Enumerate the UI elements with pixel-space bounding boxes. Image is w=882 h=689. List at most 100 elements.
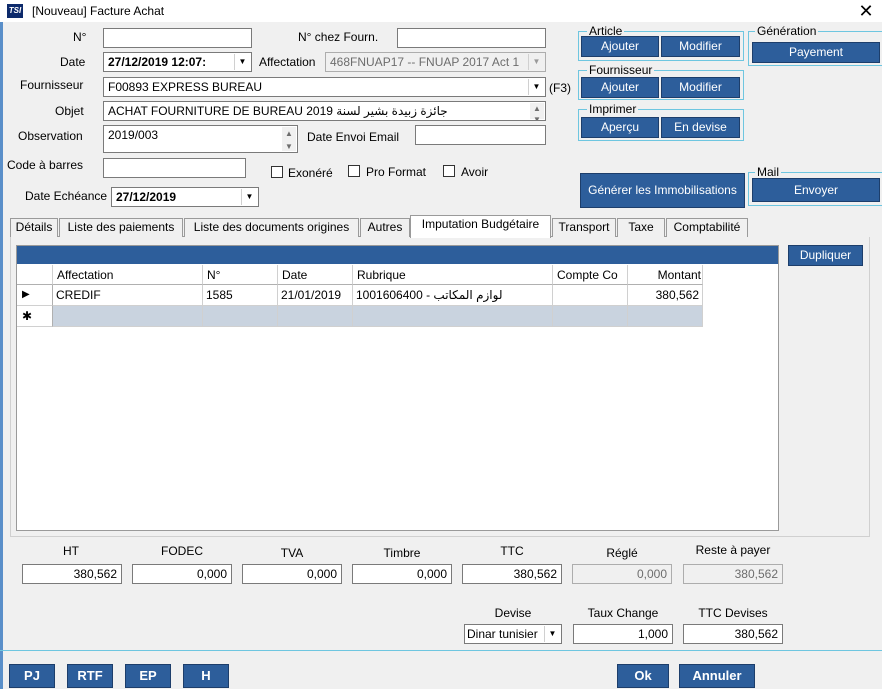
- taux-label: Taux Change: [587, 606, 659, 620]
- fournisseur-add-button[interactable]: Ajouter: [581, 77, 659, 98]
- observation-field[interactable]: 2019/003 ▲ ▼: [103, 125, 298, 153]
- tab-transport[interactable]: Transport: [552, 218, 616, 237]
- new-cell-date[interactable]: [278, 306, 353, 327]
- tva-field: 0,000: [242, 564, 342, 584]
- column-header-date[interactable]: Date: [278, 265, 353, 285]
- grid-corner: [17, 265, 53, 285]
- pro-format-label: Pro Format: [366, 165, 427, 179]
- tab-documents-origines[interactable]: Liste des documents origines: [184, 218, 359, 237]
- fodec-field[interactable]: 0,000: [132, 564, 232, 584]
- observation-value: 2019/003: [108, 128, 159, 142]
- row-indicator-icon[interactable]: ▶: [17, 285, 53, 306]
- annuler-button[interactable]: Annuler: [679, 664, 755, 688]
- rtf-button[interactable]: RTF: [67, 664, 113, 688]
- code-barres-label: Code à barres: [7, 158, 84, 172]
- en-devise-button[interactable]: En devise: [661, 117, 740, 138]
- new-row-icon[interactable]: ✱: [17, 306, 53, 327]
- envoyer-button[interactable]: Envoyer: [752, 178, 880, 202]
- ht-label: HT: [63, 544, 79, 558]
- date-envoi-field[interactable]: [415, 125, 546, 145]
- app-icon: TSI: [7, 4, 23, 18]
- exonere-checkbox[interactable]: [271, 166, 283, 178]
- close-icon[interactable]: ✕: [856, 1, 876, 21]
- scroll-arrows-icon[interactable]: ▲ ▼: [282, 127, 296, 151]
- column-header-montant[interactable]: Montant: [628, 265, 703, 285]
- pj-button[interactable]: PJ: [9, 664, 55, 688]
- column-header-no[interactable]: N°: [203, 265, 278, 285]
- affectation-select: 468FNUAP17 -- FNUAP 2017 Act 1 ▼: [325, 52, 546, 72]
- chevron-down-icon[interactable]: ▼: [234, 54, 250, 70]
- tab-taxe[interactable]: Taxe: [617, 218, 665, 237]
- fournisseur-value: F00893 EXPRESS BUREAU: [108, 80, 263, 94]
- taux-field[interactable]: 1,000: [573, 624, 673, 644]
- date-label: Date: [60, 55, 86, 69]
- no-field[interactable]: [103, 28, 252, 48]
- date-echeance-label: Date Echéance: [25, 189, 108, 203]
- reste-label: Reste à payer: [695, 543, 771, 557]
- objet-label: Objet: [55, 104, 84, 118]
- new-cell-compte[interactable]: [553, 306, 628, 327]
- ok-button[interactable]: Ok: [617, 664, 669, 688]
- new-cell-rubrique[interactable]: [353, 306, 553, 327]
- cell-rubrique[interactable]: 1001606400 - لوازم المكاتب: [353, 285, 553, 306]
- fournisseur-select[interactable]: F00893 EXPRESS BUREAU ▼: [103, 77, 546, 97]
- fournisseur-group-title: Fournisseur: [587, 63, 655, 77]
- chevron-down-icon[interactable]: ▼: [544, 626, 560, 642]
- date-echeance-field[interactable]: 27/12/2019 ▼: [111, 187, 259, 207]
- avoir-checkbox[interactable]: [443, 165, 455, 177]
- exonere-label: Exonéré: [288, 166, 333, 180]
- dupliquer-button[interactable]: Dupliquer: [788, 245, 863, 266]
- generer-immobilisations-button[interactable]: Générer les Immobilisations: [580, 173, 745, 208]
- no-fourn-field[interactable]: [397, 28, 546, 48]
- tab-imputation-budgetaire[interactable]: Imputation Budgétaire: [410, 215, 551, 238]
- devise-select[interactable]: Dinar tunisier ▼: [464, 624, 562, 644]
- new-cell-affectation[interactable]: [53, 306, 203, 327]
- no-label: N°: [73, 30, 87, 44]
- date-field[interactable]: 27/12/2019 12:07: ▼: [103, 52, 252, 72]
- grid-caption-bar: [17, 246, 778, 264]
- h-button[interactable]: H: [183, 664, 229, 688]
- affectation-label: Affectation: [259, 55, 316, 69]
- tab-autres[interactable]: Autres: [360, 218, 410, 237]
- ep-button[interactable]: EP: [125, 664, 171, 688]
- fournisseur-label: Fournisseur: [20, 78, 84, 92]
- cell-affectation[interactable]: CREDIF: [53, 285, 203, 306]
- column-header-rubrique[interactable]: Rubrique: [353, 265, 553, 285]
- reste-field: 380,562: [683, 564, 783, 584]
- tva-label: TVA: [280, 546, 304, 560]
- generation-group-title: Génération: [755, 24, 819, 38]
- new-cell-no[interactable]: [203, 306, 278, 327]
- tab-comptabilite[interactable]: Comptabilité: [666, 218, 748, 237]
- objet-value: ACHAT FOURNITURE DE BUREAU 2019 جائزة زب…: [108, 104, 448, 118]
- cell-no[interactable]: 1585: [203, 285, 278, 306]
- column-header-compte[interactable]: Compte Co: [553, 265, 628, 285]
- tab-details[interactable]: Détails: [10, 218, 58, 237]
- cell-date[interactable]: 21/01/2019: [278, 285, 353, 306]
- cell-montant[interactable]: 380,562: [628, 285, 703, 306]
- chevron-down-icon[interactable]: ▼: [241, 189, 257, 205]
- affectation-value: 468FNUAP17 -- FNUAP 2017 Act 1: [330, 55, 520, 69]
- column-header-affectation[interactable]: Affectation: [53, 265, 203, 285]
- timbre-field[interactable]: 0,000: [352, 564, 452, 584]
- cell-compte[interactable]: [553, 285, 628, 306]
- objet-field[interactable]: ACHAT FOURNITURE DE BUREAU 2019 جائزة زب…: [103, 101, 546, 121]
- scroll-arrows-icon[interactable]: ▲ ▼: [530, 103, 544, 120]
- pro-format-checkbox[interactable]: [348, 165, 360, 177]
- payement-button[interactable]: Payement: [752, 42, 880, 63]
- fodec-label: FODEC: [161, 544, 203, 558]
- new-cell-montant[interactable]: [628, 306, 703, 327]
- chevron-down-icon[interactable]: ▼: [528, 79, 544, 95]
- fournisseur-edit-button[interactable]: Modifier: [661, 77, 740, 98]
- observation-label: Observation: [18, 129, 83, 143]
- apercu-button[interactable]: Aperçu: [581, 117, 659, 138]
- chevron-down-icon: ▼: [528, 54, 544, 70]
- window-title: [Nouveau] Facture Achat: [32, 4, 165, 18]
- timbre-label: Timbre: [383, 546, 421, 560]
- ttc-devises-label: TTC Devises: [698, 606, 768, 620]
- article-edit-button[interactable]: Modifier: [661, 36, 740, 57]
- avoir-label: Avoir: [461, 165, 489, 179]
- ttc-label: TTC: [500, 544, 524, 558]
- tab-liste-paiements[interactable]: Liste des paiements: [59, 218, 183, 237]
- code-barres-field[interactable]: [103, 158, 246, 178]
- article-add-button[interactable]: Ajouter: [581, 36, 659, 57]
